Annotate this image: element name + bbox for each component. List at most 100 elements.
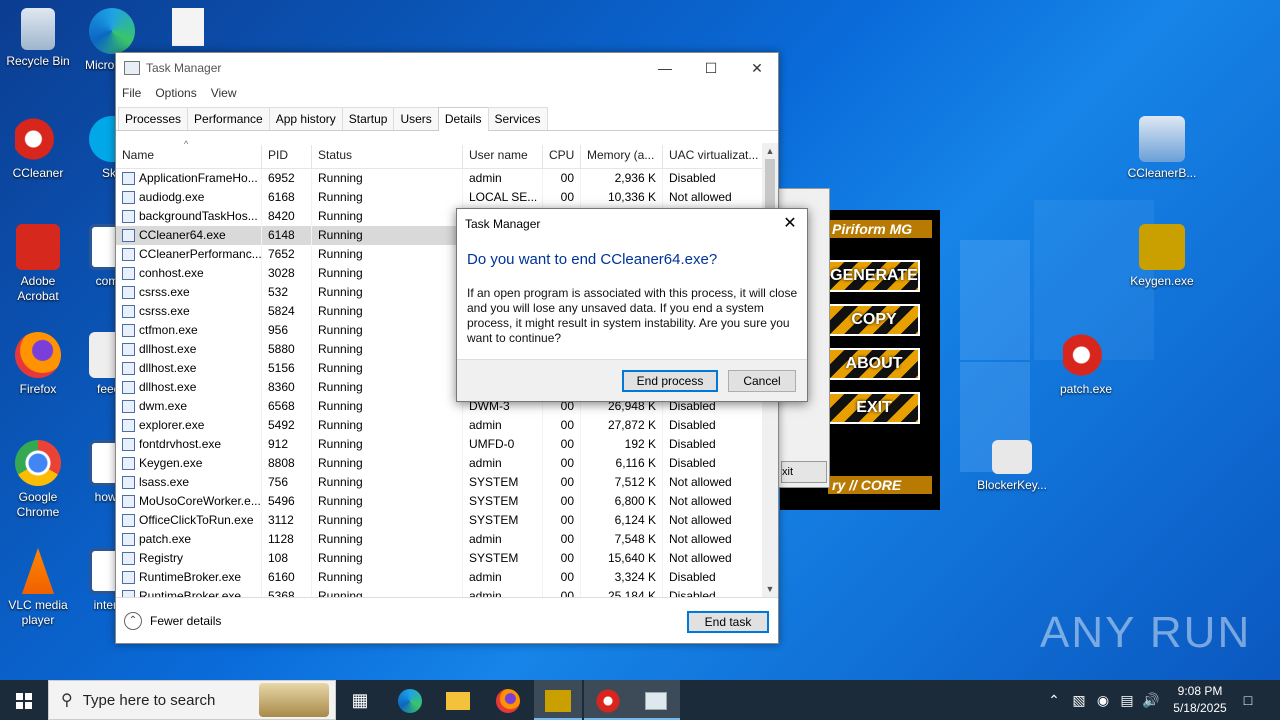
- desktop-icon-firefox[interactable]: Firefox: [0, 332, 76, 397]
- process-name-cell: RuntimeBroker.exe: [116, 587, 262, 597]
- file-explorer-icon[interactable]: [434, 680, 482, 720]
- tab-details[interactable]: Details: [437, 107, 489, 131]
- column-header-user[interactable]: User name: [463, 145, 543, 168]
- show-hidden-icons-icon[interactable]: ⌃: [1044, 680, 1064, 720]
- wallpaper-beam: [960, 240, 1030, 360]
- end-process-dialog[interactable]: Task Manager ✕ Do you want to end CClean…: [456, 208, 808, 402]
- column-header-uac[interactable]: UAC virtualizat...: [663, 145, 764, 168]
- desktop-icon-blockerkey[interactable]: BlockerKey...: [972, 440, 1052, 493]
- scroll-down-icon[interactable]: ▼: [762, 581, 778, 597]
- task-view-icon[interactable]: ▦: [336, 680, 384, 720]
- process-name-cell: audiodg.exe: [116, 188, 262, 207]
- desktop-icon-keygen[interactable]: Keygen.exe: [1122, 224, 1202, 289]
- process-status-cell: Running: [312, 378, 463, 397]
- process-name-cell: lsass.exe: [116, 473, 262, 492]
- start-button[interactable]: [0, 680, 48, 720]
- keygen-taskbar-icon[interactable]: [534, 680, 582, 720]
- maximize-button[interactable]: ☐: [688, 53, 734, 83]
- process-pid-cell: 956: [262, 321, 312, 340]
- desktop-icon-recycle-bin[interactable]: Recycle Bin: [0, 8, 76, 69]
- process-row[interactable]: OfficeClickToRun.exe 3112 Running SYSTEM 00 6…: [116, 511, 764, 530]
- process-status-cell: Running: [312, 473, 463, 492]
- notifications-icon[interactable]: □: [1236, 680, 1260, 720]
- process-icon: [122, 476, 135, 489]
- close-button[interactable]: ✕: [734, 53, 780, 83]
- cancel-button[interactable]: Cancel: [728, 370, 796, 392]
- process-row[interactable]: explorer.exe 5492 Running admin 00 27,872 K Di…: [116, 416, 764, 435]
- tab-processes[interactable]: Processes: [118, 107, 189, 130]
- process-row[interactable]: RuntimeBroker.exe 6160 Running admin 00 3,324…: [116, 568, 764, 587]
- copy-button[interactable]: COPY: [828, 304, 920, 336]
- generate-button[interactable]: GENERATE: [828, 260, 920, 292]
- process-uac-cell: Disabled: [663, 454, 764, 473]
- column-header-pid[interactable]: PID: [262, 145, 312, 168]
- ccleaner-taskbar-icon[interactable]: [584, 680, 632, 720]
- process-name-cell: MoUsoCoreWorker.e...: [116, 492, 262, 511]
- search-box[interactable]: ⚲ Type here to search: [48, 680, 336, 720]
- process-cpu-cell: 00: [543, 511, 581, 530]
- tab-app-history[interactable]: App history: [268, 107, 343, 130]
- exit-button[interactable]: EXIT: [828, 392, 920, 424]
- menu-options[interactable]: Options: [155, 83, 196, 103]
- process-row[interactable]: Registry 108 Running SYSTEM 00 15,640 K Not al…: [116, 549, 764, 568]
- desktop-icon-acrobat[interactable]: Adobe Acrobat: [0, 224, 76, 304]
- desktop-icon-vlc[interactable]: VLC media player: [0, 548, 76, 628]
- process-row[interactable]: fontdrvhost.exe 912 Running UMFD-0 00 192 K Di…: [116, 435, 764, 454]
- device-icon[interactable]: ▧: [1068, 680, 1090, 720]
- process-pid-cell: 912: [262, 435, 312, 454]
- process-row[interactable]: ApplicationFrameHo... 6952 Running admin 00 2…: [116, 169, 764, 188]
- process-pid-cell: 6148: [262, 226, 312, 245]
- end-process-button[interactable]: End process: [622, 370, 718, 392]
- menu-file[interactable]: File: [122, 83, 141, 103]
- process-name-cell: conhost.exe: [116, 264, 262, 283]
- desktop-icon-image-file[interactable]: [150, 8, 226, 50]
- end-task-button[interactable]: End task: [687, 611, 769, 633]
- search-highlight-icon: [259, 683, 329, 717]
- process-user-cell: SYSTEM: [463, 511, 543, 530]
- process-name: ApplicationFrameHo...: [139, 171, 258, 185]
- process-status-cell: Running: [312, 530, 463, 549]
- tab-users[interactable]: Users: [393, 107, 439, 130]
- menu-view[interactable]: View: [211, 83, 237, 103]
- process-row[interactable]: RuntimeBroker.exe 5368 Running admin 00 25,18…: [116, 587, 764, 597]
- process-row[interactable]: Keygen.exe 8808 Running admin 00 6,116 K Disab…: [116, 454, 764, 473]
- about-button[interactable]: ABOUT: [828, 348, 920, 380]
- column-header-memory[interactable]: Memory (a...: [581, 145, 663, 168]
- meet-now-icon[interactable]: ◉: [1092, 680, 1114, 720]
- process-mem-cell: 25,184 K: [581, 587, 663, 597]
- tab-startup[interactable]: Startup: [341, 107, 395, 130]
- desktop-icon-ccleaner[interactable]: CCleaner: [0, 116, 76, 181]
- desktop-icon-chrome[interactable]: Google Chrome: [0, 440, 76, 520]
- edge-taskbar-icon[interactable]: [386, 680, 434, 720]
- fewer-details-link[interactable]: ⌃ Fewer details: [124, 612, 221, 630]
- process-name: fontdrvhost.exe: [139, 437, 222, 451]
- column-header-cpu[interactable]: CPU: [543, 145, 581, 168]
- dialog-footer: End process Cancel: [457, 359, 807, 401]
- process-row[interactable]: lsass.exe 756 Running SYSTEM 00 7,512 K Not al…: [116, 473, 764, 492]
- process-pid-cell: 6160: [262, 568, 312, 587]
- clock[interactable]: 9:08 PM 5/18/2025: [1160, 683, 1240, 717]
- background-dialog-button[interactable]: xit: [781, 461, 827, 483]
- process-row[interactable]: patch.exe 1128 Running admin 00 7,548 K Not al…: [116, 530, 764, 549]
- desktop-icon-label: Keygen.exe: [1130, 274, 1194, 288]
- task-manager-taskbar-icon[interactable]: [632, 680, 680, 720]
- column-header-status[interactable]: Status: [312, 145, 463, 168]
- process-row[interactable]: audiodg.exe 6168 Running LOCAL SE... 00 10,33…: [116, 188, 764, 207]
- dialog-close-button[interactable]: ✕: [773, 209, 807, 239]
- process-uac-cell: Not allowed: [663, 473, 764, 492]
- tab-services[interactable]: Services: [487, 107, 548, 130]
- tab-performance[interactable]: Performance: [187, 107, 270, 130]
- process-uac-cell: Disabled: [663, 435, 764, 454]
- scroll-up-icon[interactable]: ▲: [762, 143, 778, 159]
- desktop-icon-ccleanerb[interactable]: CCleanerB...: [1122, 116, 1202, 181]
- process-row[interactable]: MoUsoCoreWorker.e... 5496 Running SYSTEM 00 6…: [116, 492, 764, 511]
- network-icon[interactable]: ▤: [1116, 680, 1138, 720]
- desktop-icon-patch[interactable]: patch.exe: [1046, 332, 1126, 397]
- volume-icon[interactable]: 🔊: [1140, 680, 1162, 720]
- search-icon: ⚲: [61, 692, 73, 709]
- column-header-name[interactable]: Name: [116, 145, 262, 168]
- keygen-banner-bottom: ry // CORE: [828, 476, 932, 494]
- firefox-taskbar-icon[interactable]: [484, 680, 532, 720]
- minimize-button[interactable]: —: [642, 53, 688, 83]
- process-pid-cell: 6568: [262, 397, 312, 416]
